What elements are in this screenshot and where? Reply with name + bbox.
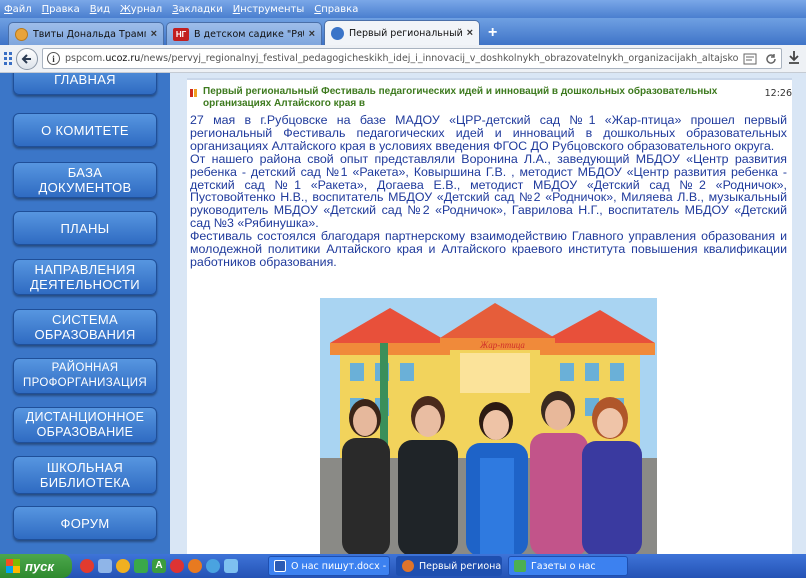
nav-about-committee[interactable]: О КОМИТЕТЕ (13, 113, 157, 147)
menu-help[interactable]: Справка (314, 4, 358, 15)
group-photo-illustration (320, 298, 657, 554)
tab-strip: Твиты Дональда Трампа пр... × НГ В детск… (0, 18, 806, 45)
grip-icon (4, 51, 12, 66)
article-paragraph: От нашего района свой опыт представляли … (190, 151, 787, 231)
menu-edit[interactable]: Правка (42, 4, 80, 15)
red-app-icon[interactable] (170, 559, 184, 573)
nav-education-system[interactable]: СИСТЕМА ОБРАЗОВАНИЯ (13, 309, 157, 345)
tab-label: Твиты Дональда Трампа пр... (33, 28, 146, 40)
article-photo: Жар-птица (320, 298, 657, 554)
taskbar-item-firefox[interactable]: Первый региональн... (396, 556, 502, 576)
arrow-left-icon (21, 53, 31, 64)
url-text: pspcom.ucoz.ru/news/pervyj_regionalnyj_f… (65, 53, 738, 64)
tab-label: Первый региональный Фест... (349, 27, 462, 39)
task-label: О нас пишут.docx - ... (291, 560, 390, 572)
firefox-icon (402, 560, 414, 572)
article-body: 27 мая в г.Рубцовске на базе МАДОУ «ЦРР-… (190, 114, 787, 269)
address-bar[interactable]: i pspcom.ucoz.ru/news/pervyj_regionalnyj… (42, 48, 782, 69)
tab-festival[interactable]: Первый региональный Фест... × (324, 20, 480, 45)
nav-documents[interactable]: БАЗА ДОКУМЕНТОВ (13, 162, 157, 198)
taskbar: пуск A О нас пишут.docx - ... Первый рег… (0, 554, 806, 578)
menu-file[interactable]: Файл (4, 4, 32, 15)
article-time: 12:26 (764, 88, 792, 99)
menu-tools[interactable]: Инструменты (233, 4, 305, 15)
start-label: пуск (25, 558, 54, 574)
main-content: Первый региональный Фестиваль педагогиче… (170, 73, 806, 554)
firefox-icon[interactable] (188, 559, 202, 573)
info-icon[interactable]: i (47, 52, 60, 65)
article-header: Первый региональный Фестиваль педагогиче… (190, 86, 780, 110)
windows-logo-icon (6, 559, 20, 573)
menu-view[interactable]: Вид (90, 4, 110, 15)
app-icon[interactable] (134, 559, 148, 573)
site-icon (331, 26, 344, 40)
menu-history[interactable]: Журнал (120, 4, 162, 15)
photo-sign-text: Жар-птица (480, 340, 525, 350)
back-button[interactable] (16, 47, 38, 70)
close-icon[interactable]: × (467, 27, 473, 39)
taskbar-item-newspapers[interactable]: Газеты о нас (508, 556, 628, 576)
bullet-icon (190, 89, 198, 97)
url-path: /news/pervyj_regionalnyj_festival_pedago… (140, 53, 738, 64)
nav-distance-education[interactable]: ДИСТАНЦИОННОЕ ОБРАЗОВАНИЕ (13, 407, 157, 443)
menu-bar: Файл Правка Вид Журнал Закладки Инструме… (0, 0, 806, 18)
start-button[interactable]: пуск (0, 554, 72, 578)
nav-forum[interactable]: ФОРУМ (13, 506, 157, 540)
download-icon (789, 51, 799, 64)
nav-directions[interactable]: НАПРАВЛЕНИЯ ДЕЯТЕЛЬНОСТИ (13, 259, 157, 295)
tab-trump-tweets[interactable]: Твиты Дональда Трампа пр... × (8, 22, 164, 45)
url-actions (743, 53, 777, 65)
a-icon[interactable]: A (152, 559, 166, 573)
quick-launch: A (80, 559, 238, 573)
folder-icon (514, 560, 526, 572)
task-label: Газеты о нас (531, 560, 596, 572)
close-icon[interactable]: × (151, 28, 157, 40)
word-icon (274, 560, 286, 572)
folder-icon[interactable] (224, 559, 238, 573)
menu-bookmarks[interactable]: Закладки (172, 4, 223, 15)
nav-school-library[interactable]: ШКОЛЬНАЯ БИБЛИОТЕКА (13, 456, 157, 494)
new-tab-button[interactable]: + (488, 24, 497, 42)
url-prefix: pspcom. (65, 53, 106, 64)
article-paragraph: 27 мая в г.Рубцовске на базе МАДОУ «ЦРР-… (190, 113, 787, 153)
desktop-icon[interactable] (98, 559, 112, 573)
navigation-bar: i pspcom.ucoz.ru/news/pervyj_regionalnyj… (0, 45, 806, 73)
url-domain: ucoz.ru (105, 53, 141, 64)
sidebar-nav: ГЛАВНАЯ О КОМИТЕТЕ БАЗА ДОКУМЕНТОВ ПЛАНЫ… (0, 73, 170, 554)
taskbar-item-word[interactable]: О нас пишут.docx - ... (268, 556, 390, 576)
nav-plans[interactable]: ПЛАНЫ (13, 211, 157, 245)
ng-icon: НГ (173, 27, 189, 41)
download-button[interactable] (786, 50, 802, 67)
close-icon[interactable]: × (309, 28, 315, 40)
nav-trade-union[interactable]: РАЙОННАЯ ПРОФОРГАНИЗАЦИЯ (13, 358, 157, 394)
twitter-icon (15, 27, 28, 41)
page-viewport: ГЛАВНАЯ О КОМИТЕТЕ БАЗА ДОКУМЕНТОВ ПЛАНЫ… (0, 73, 806, 554)
opera-icon[interactable] (80, 559, 94, 573)
news-article: Первый региональный Фестиваль педагогиче… (187, 78, 792, 554)
web-icon[interactable] (206, 559, 220, 573)
tab-label: В детском садике "Рябинуш... (194, 28, 304, 40)
article-paragraph: Фестиваль состоялся благодаря партнерско… (190, 229, 787, 269)
reader-view-icon[interactable] (743, 53, 757, 65)
nav-home[interactable]: ГЛАВНАЯ (13, 73, 157, 95)
tab-ryabinushka[interactable]: НГ В детском садике "Рябинуш... × (166, 22, 322, 45)
article-title[interactable]: Первый региональный Фестиваль педагогиче… (203, 86, 723, 110)
reload-icon[interactable] (765, 53, 777, 65)
task-label: Первый региональн... (419, 560, 502, 572)
chrome-icon[interactable] (116, 559, 130, 573)
